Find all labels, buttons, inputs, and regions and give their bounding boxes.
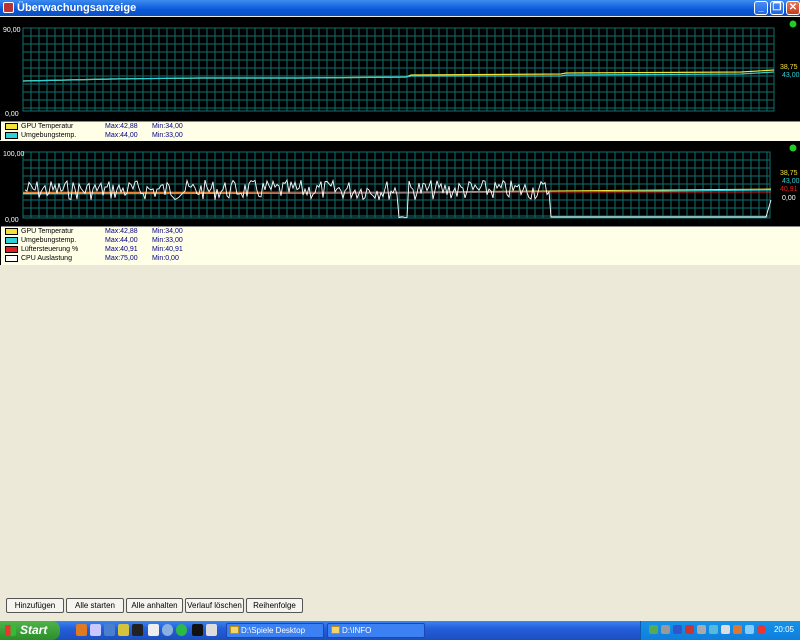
terminal-icon[interactable] (132, 624, 143, 636)
legend-panel-1: GPU Temperatur Max:42,88 Min:34,00 Umgeb… (1, 121, 800, 141)
clear-history-button[interactable]: Verlauf löschen (185, 598, 244, 613)
window-icon[interactable] (148, 624, 159, 636)
antivirus-icon[interactable] (685, 625, 694, 634)
legend-row-ambient: Umgebungstemp. Max:44,00 Min:33,00 (1, 131, 800, 140)
system-tray: 20:05 (640, 621, 800, 640)
monitor-panel-2: 100,00 0,00 38,75 43,00 40,91 0,00 GPU Temper… (0, 141, 800, 265)
firefox-icon[interactable] (76, 624, 87, 636)
legend-swatch-gpu (5, 123, 18, 130)
app-launcher-icon[interactable] (90, 624, 101, 636)
taskbar: Start D:\Spiele Desktop D:\INFO 20:05 (0, 621, 800, 640)
legend-swatch-gpu (5, 228, 18, 235)
current-ambient-label: 43,00 (782, 72, 800, 79)
y-max-label: 90,00 (3, 27, 21, 34)
start-all-button[interactable]: Alle starten (66, 598, 124, 613)
crosshair-icon[interactable] (192, 624, 203, 636)
windows-logo-icon (5, 625, 16, 636)
system-chart: 100,00 0,00 38,7543,0040,91 0,00 (3, 144, 800, 224)
window-titlebar[interactable]: Überwachungsanzeige _ ❐ ✕ (0, 0, 800, 16)
monitor-icon[interactable] (661, 625, 670, 634)
outlook-icon[interactable] (104, 624, 115, 636)
start-label: Start (20, 623, 48, 637)
legend-swatch-ambient (5, 132, 18, 139)
legend-min: Min:34,00 (152, 123, 183, 130)
legend-min: Min:33,00 (152, 237, 183, 244)
legend-name: Umgebungstemp. (21, 132, 77, 139)
task-spiele-desktop[interactable]: D:\Spiele Desktop (226, 623, 324, 638)
task-label: D:\Spiele Desktop (241, 626, 306, 635)
legend-name: Lüftersteuerung % (21, 246, 79, 253)
shield-icon[interactable] (733, 625, 742, 634)
legend-row-ambient: Umgebungstemp. Max:44,00 Min:33,00 (1, 236, 800, 245)
current-fan-label: 40,91 (780, 186, 798, 193)
legend-min: Min:0,00 (152, 255, 179, 262)
status-indicator (789, 144, 797, 152)
app-icon (3, 2, 14, 13)
bluetooth-icon[interactable] (673, 625, 682, 634)
stop-all-button[interactable]: Alle anhalten (126, 598, 183, 613)
add-button[interactable]: Hinzufügen (6, 598, 64, 613)
legend-row-cpu: CPU Auslastung Max:75,00 Min:0,00 (1, 254, 800, 263)
folder-icon (230, 626, 239, 634)
y-min-label: 0,00 (5, 111, 19, 118)
current-ambient-label: 43,00 (782, 178, 800, 185)
legend-panel-2: GPU Temperatur Max:42,88 Min:34,00 Umgeb… (1, 226, 800, 265)
document-icon[interactable] (206, 624, 217, 636)
temperature-chart: 90,00 0,00 38,7543,00 (3, 20, 800, 118)
legend-max: Max:40,91 (105, 246, 138, 253)
legend-min: Min:33,00 (152, 132, 183, 139)
legend-max: Max:44,00 (105, 237, 138, 244)
usb-icon[interactable] (697, 625, 706, 634)
minimize-button[interactable]: _ (754, 1, 768, 15)
legend-row-fan: Lüftersteuerung % Max:40,91 Min:40,91 (1, 245, 800, 254)
window-title: Überwachungsanzeige (17, 2, 137, 14)
current-gpu-label: 38,75 (780, 170, 798, 177)
keyboard-icon[interactable] (745, 625, 754, 634)
restore-button[interactable]: ❐ (770, 1, 784, 15)
legend-name: CPU Auslastung (21, 255, 72, 262)
media-icon[interactable] (118, 624, 129, 636)
monitor-panel-1: 90,00 0,00 38,75 43,00 GPU Temperatur Max:4… (0, 17, 800, 141)
current-cpu-label: 0,00 (782, 195, 796, 202)
legend-min: Min:34,00 (152, 228, 183, 235)
checkmark-icon[interactable] (176, 624, 187, 636)
legend-name: GPU Temperatur (21, 123, 74, 130)
legend-max: Max:44,00 (105, 132, 138, 139)
volume-icon[interactable] (721, 625, 730, 634)
sync-icon[interactable] (709, 625, 718, 634)
globe-icon[interactable] (162, 624, 173, 636)
legend-swatch-fan (5, 246, 18, 253)
clock: 20:05 (773, 625, 794, 634)
status-indicator (789, 20, 797, 28)
legend-min: Min:40,91 (152, 246, 183, 253)
legend-max: Max:75,00 (105, 255, 138, 262)
close-button[interactable]: ✕ (786, 1, 800, 15)
legend-max: Max:42,88 (105, 123, 138, 130)
legend-max: Max:42,88 (105, 228, 138, 235)
legend-swatch-cpu (5, 255, 18, 262)
legend-name: Umgebungstemp. (21, 237, 77, 244)
network-icon[interactable] (649, 625, 658, 634)
legend-swatch-ambient (5, 237, 18, 244)
legend-name: GPU Temperatur (21, 228, 74, 235)
start-button[interactable]: Start (0, 621, 60, 640)
y-min-label: 0,00 (5, 217, 19, 224)
warning-icon[interactable] (757, 625, 766, 634)
legend-row-gpu: GPU Temperatur Max:42,88 Min:34,00 (1, 122, 800, 131)
y-max-label: 100,00 (3, 151, 25, 158)
legend-row-gpu: GPU Temperatur Max:42,88 Min:34,00 (1, 227, 800, 236)
folder-icon (331, 626, 340, 634)
task-label: D:\INFO (342, 626, 372, 635)
task-info[interactable]: D:\INFO (327, 623, 425, 638)
current-gpu-label: 38,75 (780, 64, 798, 71)
order-button[interactable]: Reihenfolge (246, 598, 303, 613)
